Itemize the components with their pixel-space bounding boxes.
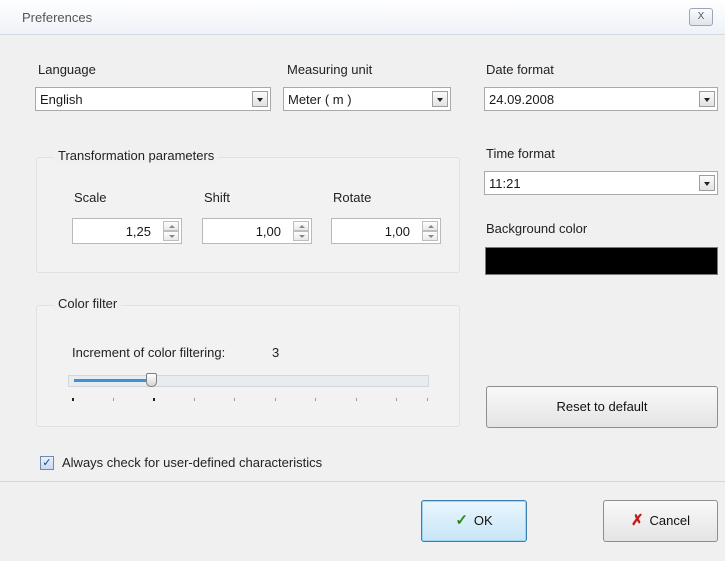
measuring-unit-select[interactable]: Meter ( m ) [283, 87, 451, 111]
scale-spinner[interactable]: 1,25 [72, 218, 182, 244]
measuring-unit-value: Meter ( m ) [288, 92, 352, 107]
shift-spinner[interactable]: 1,00 [202, 218, 312, 244]
close-button[interactable]: X [689, 8, 713, 26]
spin-buttons [163, 221, 179, 241]
slider-tick [72, 398, 74, 401]
slider-fill [74, 379, 151, 382]
rotate-label: Rotate [333, 190, 372, 205]
chevron-down-icon[interactable] [699, 175, 715, 191]
slider-tick [396, 398, 397, 401]
measuring-unit-label: Measuring unit [287, 62, 373, 77]
spin-buttons [422, 221, 438, 241]
scale-value: 1,25 [125, 224, 151, 239]
rotate-value: 1,00 [384, 224, 410, 239]
title-bar: Preferences X [0, 0, 725, 35]
slider-tick [194, 398, 195, 401]
spin-down-icon[interactable] [293, 231, 309, 241]
increment-value: 3 [272, 345, 280, 360]
window-title: Preferences [22, 10, 93, 25]
preferences-dialog: Preferences X Language English Measuring… [0, 0, 725, 561]
close-icon: X [697, 11, 705, 22]
color-filter-title: Color filter [54, 296, 122, 311]
checkmark-icon: ✓ [42, 457, 52, 469]
cancel-x-icon: ✗ [630, 512, 644, 529]
transformation-title: Transformation parameters [54, 148, 219, 163]
always-check-label: Always check for user-defined characteri… [62, 455, 323, 470]
spin-up-icon[interactable] [293, 221, 309, 231]
checkmark-icon: ✓ [455, 512, 468, 529]
slider-tick [153, 398, 155, 401]
cancel-button[interactable]: ✗ Cancel [603, 500, 718, 542]
spin-up-icon[interactable] [163, 221, 179, 231]
slider-tick [356, 398, 357, 401]
shift-label: Shift [204, 190, 231, 205]
time-format-value: 11:21 [489, 176, 521, 191]
language-value: English [40, 92, 83, 107]
always-check-checkbox[interactable]: ✓ [40, 456, 54, 470]
spin-up-icon[interactable] [422, 221, 438, 231]
rotate-spinner[interactable]: 1,00 [331, 218, 441, 244]
background-color-label: Background color [486, 221, 588, 236]
date-format-value: 24.09.2008 [489, 92, 555, 107]
chevron-down-icon[interactable] [699, 91, 715, 107]
cancel-label: Cancel [649, 513, 691, 528]
date-format-label: Date format [486, 62, 554, 77]
background-color-swatch[interactable] [485, 247, 718, 275]
color-filter-group [36, 305, 460, 427]
slider-thumb[interactable] [145, 373, 157, 387]
footer-divider [0, 481, 725, 482]
increment-label: Increment of color filtering: [72, 345, 226, 360]
shift-value: 1,00 [255, 224, 281, 239]
chevron-down-icon[interactable] [432, 91, 448, 107]
ok-label: OK [473, 513, 493, 528]
slider-tick [113, 398, 114, 401]
chevron-down-icon[interactable] [252, 91, 268, 107]
slider-tick [275, 398, 276, 401]
scale-label: Scale [74, 190, 107, 205]
ok-button[interactable]: ✓ OK [421, 500, 527, 542]
transformation-group [36, 157, 460, 273]
reset-to-default-button[interactable]: Reset to default [486, 386, 718, 428]
language-select[interactable]: English [35, 87, 271, 111]
language-label: Language [38, 62, 96, 77]
slider-tick [427, 398, 428, 401]
time-format-select[interactable]: 11:21 [484, 171, 718, 195]
time-format-label: Time format [486, 146, 555, 161]
spin-down-icon[interactable] [163, 231, 179, 241]
spin-down-icon[interactable] [422, 231, 438, 241]
slider-tick [315, 398, 316, 401]
slider-tick [234, 398, 235, 401]
spin-buttons [293, 221, 309, 241]
date-format-select[interactable]: 24.09.2008 [484, 87, 718, 111]
